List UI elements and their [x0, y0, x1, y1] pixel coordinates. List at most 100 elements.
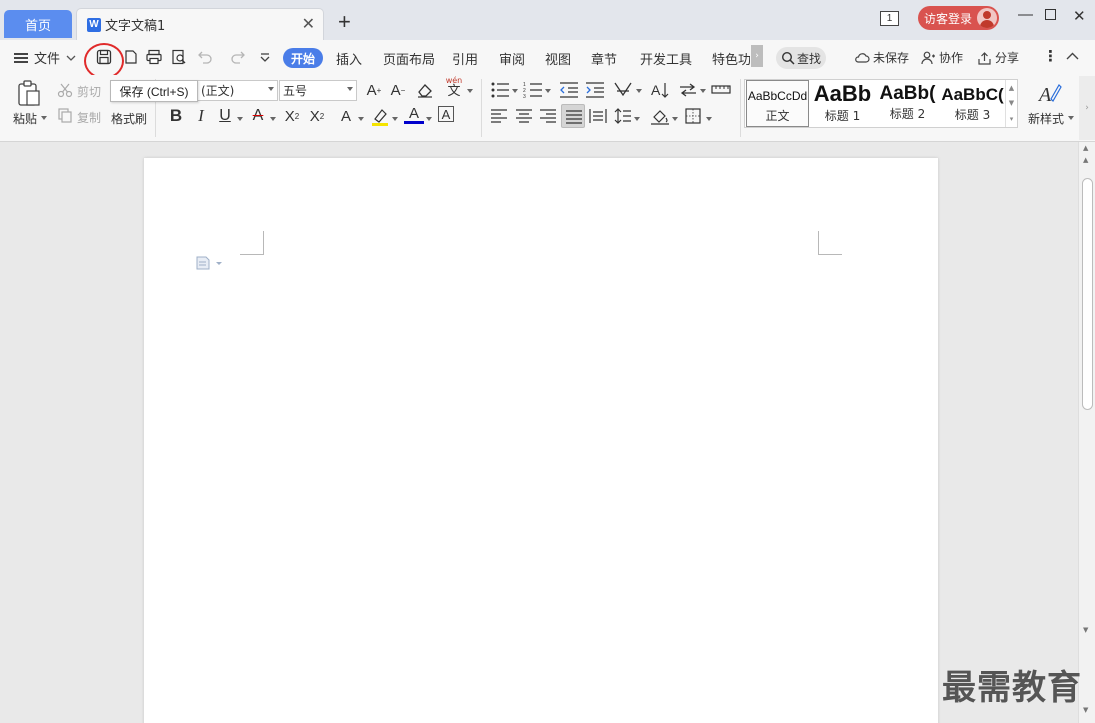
bold-icon[interactable]: B [166, 106, 186, 126]
undo-icon[interactable] [196, 48, 214, 66]
numbered-list-dropdown-arrow[interactable] [545, 89, 551, 93]
bullet-list-icon[interactable] [490, 81, 510, 99]
scroll-page-up-icon[interactable]: ▲ [1083, 156, 1088, 164]
tab-developer[interactable]: 开发工具 [640, 49, 692, 68]
new-tab-icon[interactable]: + [338, 9, 351, 35]
cut-icon[interactable] [57, 82, 73, 98]
borders-dropdown-arrow[interactable] [706, 117, 712, 121]
borders-icon[interactable] [684, 107, 702, 125]
align-right-icon[interactable] [539, 108, 557, 124]
tab-page-layout[interactable]: 页面布局 [383, 49, 435, 68]
close-tab-icon[interactable]: ✕ [302, 14, 315, 33]
font-name-select[interactable]: (正文) [197, 80, 278, 101]
more-options-icon[interactable]: ⋮ [1043, 47, 1058, 65]
gallery-up-icon[interactable]: ▲ [1009, 84, 1014, 92]
superscript-icon[interactable]: X2 [282, 106, 302, 126]
text-direction-icon[interactable]: A [650, 80, 670, 100]
unsaved-status[interactable]: 未保存 [854, 49, 909, 66]
share-button[interactable]: 分享 [977, 49, 1019, 66]
line-spacing-dropdown-arrow[interactable] [634, 117, 640, 121]
page-count-icon[interactable]: 1 [880, 11, 899, 26]
scrollbar-thumb[interactable] [1082, 178, 1093, 410]
increase-font-size-icon[interactable]: A + [364, 80, 384, 100]
paste-label[interactable]: 粘贴 [13, 110, 37, 127]
font-size-select[interactable]: 五号 [279, 80, 357, 101]
tab-insert[interactable]: 插入 [336, 49, 362, 68]
tab-special-features[interactable]: 特色功 [712, 49, 750, 68]
print-preview-icon[interactable] [170, 48, 188, 66]
new-style-icon[interactable]: A [1037, 79, 1063, 105]
strikethrough-dropdown-arrow[interactable] [270, 117, 276, 121]
sort-dropdown-arrow[interactable] [700, 89, 706, 93]
distributed-align-icon[interactable] [589, 108, 607, 124]
shading-dropdown-arrow[interactable] [672, 117, 678, 121]
clear-format-icon[interactable] [416, 82, 434, 98]
document-page[interactable] [144, 158, 938, 723]
new-style-label[interactable]: 新样式 [1028, 110, 1064, 127]
cut-label[interactable]: 剪切 [77, 83, 101, 100]
paste-dropdown-arrow[interactable] [41, 116, 47, 120]
copy-label[interactable]: 复制 [77, 109, 101, 126]
text-effect-icon[interactable]: A [336, 106, 356, 126]
chinese-layout-icon[interactable] [612, 80, 634, 100]
tab-start[interactable]: 开始 [283, 48, 323, 68]
underline-dropdown-arrow[interactable] [237, 117, 243, 121]
tab-home[interactable]: 首页 [4, 10, 72, 38]
italic-icon[interactable]: I [191, 106, 211, 126]
ribbon-scroll-right-icon[interactable]: › [1079, 76, 1095, 140]
tab-references[interactable]: 引用 [452, 49, 478, 68]
tabs-scroll-right-icon[interactable]: › [751, 45, 763, 67]
print-icon[interactable] [145, 48, 163, 66]
style-normal[interactable]: AaBbCcDd 正文 [746, 80, 809, 127]
tab-review[interactable]: 审阅 [499, 49, 525, 68]
scroll-page-down-icon[interactable]: ▼ [1083, 706, 1088, 714]
subscript-icon[interactable]: X2 [307, 106, 327, 126]
paste-options-icon[interactable] [196, 256, 224, 270]
phonetic-guide-icon[interactable]: wén 文 [444, 77, 464, 99]
style-heading-1[interactable]: AaBb 标题 1 [811, 80, 874, 127]
sort-icon[interactable] [678, 81, 698, 99]
decrease-indent-icon[interactable] [559, 81, 579, 99]
increase-indent-icon[interactable] [585, 81, 605, 99]
numbered-list-icon[interactable]: 123 [523, 81, 543, 99]
tab-view[interactable]: 视图 [545, 49, 571, 68]
scroll-down-icon[interactable]: ▼ [1083, 626, 1088, 634]
minimize-icon[interactable]: — [1018, 6, 1033, 23]
search-button[interactable]: 查找 [776, 47, 826, 69]
style-heading-3[interactable]: AaBbC( 标题 3 [941, 80, 1004, 127]
font-color-dropdown-arrow[interactable] [426, 117, 432, 121]
text-effect-dropdown-arrow[interactable] [358, 117, 364, 121]
copy-icon[interactable] [57, 107, 73, 123]
font-color-icon[interactable]: A [404, 105, 424, 124]
tab-chapter[interactable]: 章节 [591, 49, 617, 68]
vertical-scrollbar[interactable]: ▲ ▲ ▼ ▼ [1078, 142, 1095, 723]
close-window-icon[interactable]: ✕ [1073, 7, 1086, 25]
phonetic-dropdown-arrow[interactable] [467, 89, 473, 93]
show-marks-icon[interactable] [711, 83, 731, 97]
collaborate-button[interactable]: 协作 [921, 49, 963, 66]
format-painter-label[interactable]: 格式刷 [111, 110, 147, 127]
bullet-list-dropdown-arrow[interactable] [512, 89, 518, 93]
gallery-expand-icon[interactable]: ▾ [1010, 115, 1014, 123]
file-menu[interactable]: 文件 [14, 48, 76, 67]
collapse-ribbon-icon[interactable] [1066, 52, 1079, 60]
align-left-icon[interactable] [490, 108, 508, 124]
new-style-dropdown-arrow[interactable] [1068, 116, 1074, 120]
strikethrough-icon[interactable]: A [248, 106, 268, 126]
redo-icon[interactable] [229, 48, 247, 66]
highlight-dropdown-arrow[interactable] [392, 117, 398, 121]
customize-toolbar-icon[interactable] [256, 48, 274, 66]
shading-icon[interactable] [650, 107, 670, 125]
gallery-down-icon[interactable]: ▼ [1009, 99, 1014, 107]
chinese-layout-dropdown-arrow[interactable] [636, 89, 642, 93]
highlight-icon[interactable] [370, 107, 390, 127]
tab-document[interactable]: W 文字文稿1 ✕ [76, 8, 324, 40]
paste-icon[interactable] [16, 79, 42, 107]
style-gallery-scroll[interactable]: ▲ ▼ ▾ [1005, 80, 1017, 127]
character-border-icon[interactable]: A [438, 106, 454, 122]
align-center-icon[interactable] [515, 108, 533, 124]
style-heading-2[interactable]: AaBb( 标题 2 [876, 80, 939, 127]
decrease-font-size-icon[interactable]: A − [388, 80, 408, 100]
scroll-up-icon[interactable]: ▲ [1083, 144, 1088, 152]
export-pdf-icon[interactable] [122, 48, 140, 66]
